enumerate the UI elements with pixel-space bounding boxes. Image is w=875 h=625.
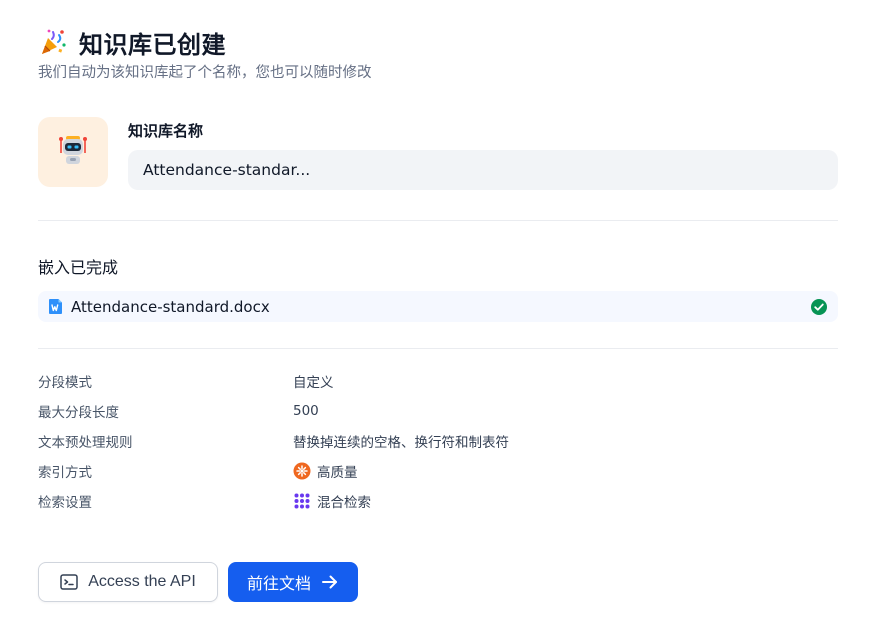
check-circle-icon [810,298,828,316]
knowledge-base-avatar[interactable] [38,117,108,187]
action-buttons: Access the API 前往文档 [38,562,358,602]
setting-row-segment-mode: 分段模式 自定义 [38,366,838,396]
knowledge-base-name-row: 知识库名称 [38,117,838,190]
setting-value: 高质量 [317,465,358,481]
terminal-icon [60,573,78,591]
embedded-file-item: Attendance-standard.docx [38,291,838,322]
knowledge-base-name-label: 知识库名称 [128,122,204,140]
setting-row-preprocess-rules: 文本预处理规则 替换掉连续的空格、换行符和制表符 [38,426,838,456]
access-api-label: Access the API [88,573,196,590]
robot-icon [56,133,90,171]
setting-row-max-segment-length: 最大分段长度 500 [38,396,838,426]
page-subtitle: 我们自动为该知识库起了个名称，您也可以随时修改 [38,65,372,81]
header: 知识库已创建 我们自动为该知识库起了个名称，您也可以随时修改 [38,26,372,82]
embedding-status-title: 嵌入已完成 [38,258,119,277]
setting-value-with-icon: 高质量 [293,461,358,481]
access-api-button[interactable]: Access the API [38,562,218,602]
setting-key: 索引方式 [38,465,92,481]
setting-row-index-method: 索引方式 高质量 [38,456,838,486]
arrow-right-icon [321,573,339,591]
title-row: 知识库已创建 [38,26,372,59]
divider [38,220,838,221]
party-popper-icon [38,27,68,57]
hybrid-search-icon [293,492,311,510]
setting-key: 最大分段长度 [38,405,119,421]
divider [38,348,838,349]
setting-key: 文本预处理规则 [38,435,133,451]
go-to-document-button[interactable]: 前往文档 [228,562,358,602]
embedded-file-name: Attendance-standard.docx [71,297,270,316]
high-quality-icon [293,462,311,480]
setting-value: 替换掉连续的空格、换行符和制表符 [293,435,509,451]
setting-value: 500 [293,403,319,419]
setting-key: 分段模式 [38,375,92,391]
setting-value: 自定义 [293,375,334,391]
setting-value-with-icon: 混合检索 [293,491,371,511]
go-to-document-label: 前往文档 [246,574,311,593]
setting-row-retrieval: 检索设置 混合检索 [38,486,838,516]
page-title: 知识库已创建 [79,30,226,59]
setting-value: 混合检索 [317,495,371,511]
knowledge-base-name-input[interactable] [128,150,838,190]
word-file-icon [48,298,64,315]
setting-key: 检索设置 [38,495,92,511]
processing-settings-list: 分段模式 自定义 最大分段长度 500 文本预处理规则 替换掉连续的空格、换行符… [38,366,838,516]
